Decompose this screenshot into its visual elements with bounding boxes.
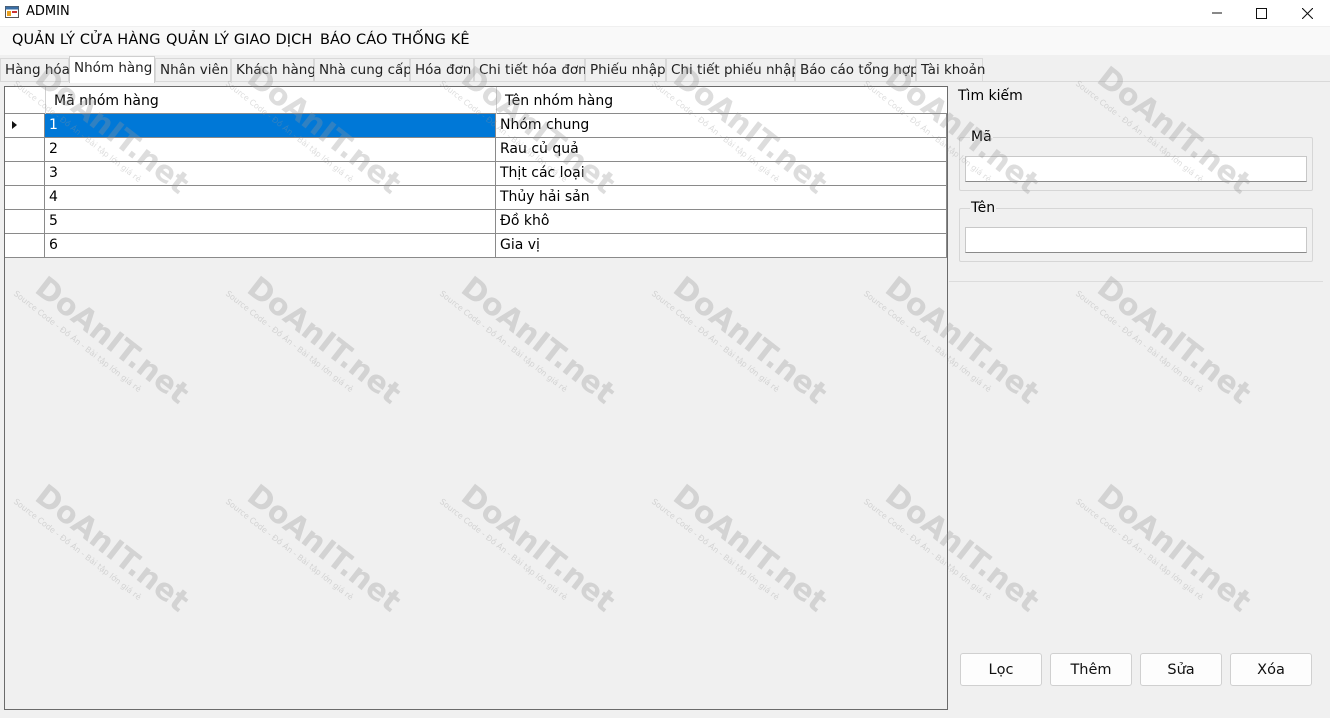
row-header[interactable] — [5, 114, 45, 138]
menu-bao-cao-thong-ke[interactable]: BÁO CÁO THỐNG KÊ — [320, 32, 470, 48]
row-header[interactable] — [5, 138, 45, 162]
grid-header: Mã nhóm hàng Tên nhóm hàng — [5, 87, 947, 114]
table-row[interactable]: 4 Thủy hải sản — [5, 186, 947, 210]
tab-nhan-vien[interactable]: Nhân viên — [155, 58, 231, 82]
ma-label: Mã — [970, 129, 993, 145]
watermark-brand: DoAnIT.net — [1090, 270, 1258, 412]
column-header-ma-nhom-hang[interactable]: Mã nhóm hàng — [46, 87, 496, 114]
minimize-button[interactable] — [1194, 0, 1240, 26]
tab-chi-tiet-phieu-nhap[interactable]: Chi tiết phiếu nhập — [666, 58, 800, 82]
column-header-ten-nhom-hang[interactable]: Tên nhóm hàng — [497, 87, 947, 114]
cell-ma-nhom-hang[interactable]: 3 — [45, 162, 496, 186]
ma-groupbox: Mã — [959, 129, 1313, 191]
tab-phieu-nhap[interactable]: Phiếu nhập — [585, 58, 666, 82]
edit-button[interactable]: Sửa — [1140, 653, 1222, 686]
cell-ten-nhom-hang[interactable]: Thủy hải sản — [496, 186, 947, 210]
cell-ma-nhom-hang[interactable]: 4 — [45, 186, 496, 210]
nhom-hang-grid[interactable]: Mã nhóm hàng Tên nhóm hàng 1 Nhóm chung … — [4, 86, 948, 710]
watermark-logo: DoAnIT.net Source Code - Đồ Án - Bài tập … — [1074, 478, 1258, 626]
filter-button[interactable]: Lọc — [960, 653, 1042, 686]
window-title: ADMIN — [26, 4, 70, 19]
watermark-logo: DoAnIT.net Source Code - Đồ Án - Bài tập … — [1074, 270, 1258, 418]
watermark-tagline: Source Code - Đồ Án - Bài tập lớn giá rẻ — [1073, 288, 1205, 395]
ten-label: Tên — [970, 200, 997, 216]
tab-strip: Hàng hóa Nhóm hàng Nhân viên Khách hàng … — [0, 56, 1330, 83]
cell-ten-nhom-hang[interactable]: Nhóm chung — [496, 114, 947, 138]
table-row[interactable]: 1 Nhóm chung — [5, 114, 947, 138]
row-header[interactable] — [5, 186, 45, 210]
cell-ten-nhom-hang[interactable]: Thịt các loại — [496, 162, 947, 186]
cell-ten-nhom-hang[interactable]: Rau củ quả — [496, 138, 947, 162]
watermark-tagline: Source Code - Đồ Án - Bài tập lớn giá rẻ — [1073, 496, 1205, 603]
table-row[interactable]: 6 Gia vị — [5, 234, 947, 258]
add-button[interactable]: Thêm — [1050, 653, 1132, 686]
cell-ma-nhom-hang[interactable]: 6 — [45, 234, 496, 258]
current-row-indicator-icon — [12, 121, 17, 129]
cell-ten-nhom-hang[interactable]: Gia vị — [496, 234, 947, 258]
search-groupbox-title: Tìm kiếm — [958, 88, 1023, 104]
cell-ma-nhom-hang[interactable]: 2 — [45, 138, 496, 162]
table-row[interactable]: 5 Đồ khô — [5, 210, 947, 234]
tab-bao-cao-tong-hop[interactable]: Báo cáo tổng hợp — [795, 58, 919, 82]
cell-ma-nhom-hang[interactable]: 5 — [45, 210, 496, 234]
table-row[interactable]: 2 Rau củ quả — [5, 138, 947, 162]
ten-groupbox: Tên — [959, 200, 1313, 262]
close-button[interactable] — [1284, 0, 1330, 26]
maximize-button[interactable] — [1238, 0, 1284, 26]
maximize-icon — [1255, 7, 1267, 19]
menu-bar: QUẢN LÝ CỬA HÀNG QUẢN LÝ GIAO DỊCH BÁO C… — [0, 27, 1330, 55]
app-form-icon — [5, 6, 19, 18]
menu-quan-ly-giao-dich[interactable]: QUẢN LÝ GIAO DỊCH — [166, 32, 312, 48]
cell-ma-nhom-hang[interactable]: 1 — [45, 114, 496, 138]
tab-hang-hoa[interactable]: Hàng hóa — [0, 58, 70, 82]
tab-tai-khoan[interactable]: Tài khoản — [916, 58, 985, 82]
row-header[interactable] — [5, 162, 45, 186]
cell-ten-nhom-hang[interactable]: Đồ khô — [496, 210, 947, 234]
row-header[interactable] — [5, 210, 45, 234]
menu-quan-ly-cua-hang[interactable]: QUẢN LÝ CỬA HÀNG — [12, 32, 161, 48]
tab-khach-hang[interactable]: Khách hàng — [231, 58, 316, 82]
row-header[interactable] — [5, 234, 45, 258]
close-icon — [1301, 7, 1313, 19]
search-ma-input[interactable] — [965, 156, 1307, 182]
tab-hoa-don[interactable]: Hóa đơn — [410, 58, 474, 82]
table-row[interactable]: 3 Thịt các loại — [5, 162, 947, 186]
tab-page-border — [0, 81, 1330, 82]
title-bar: ADMIN — [0, 0, 1330, 26]
tab-nha-cung-cap[interactable]: Nhà cung cấp — [314, 58, 412, 82]
watermark-brand: DoAnIT.net — [1090, 478, 1258, 620]
tab-chi-tiet-hoa-don[interactable]: Chi tiết hóa đơn — [474, 58, 587, 82]
delete-button[interactable]: Xóa — [1230, 653, 1312, 686]
search-groupbox: Tìm kiếm Mã Tên — [949, 86, 1323, 282]
search-ten-input[interactable] — [965, 227, 1307, 253]
tab-nhom-hang[interactable]: Nhóm hàng — [69, 56, 155, 83]
minimize-icon — [1212, 12, 1222, 14]
